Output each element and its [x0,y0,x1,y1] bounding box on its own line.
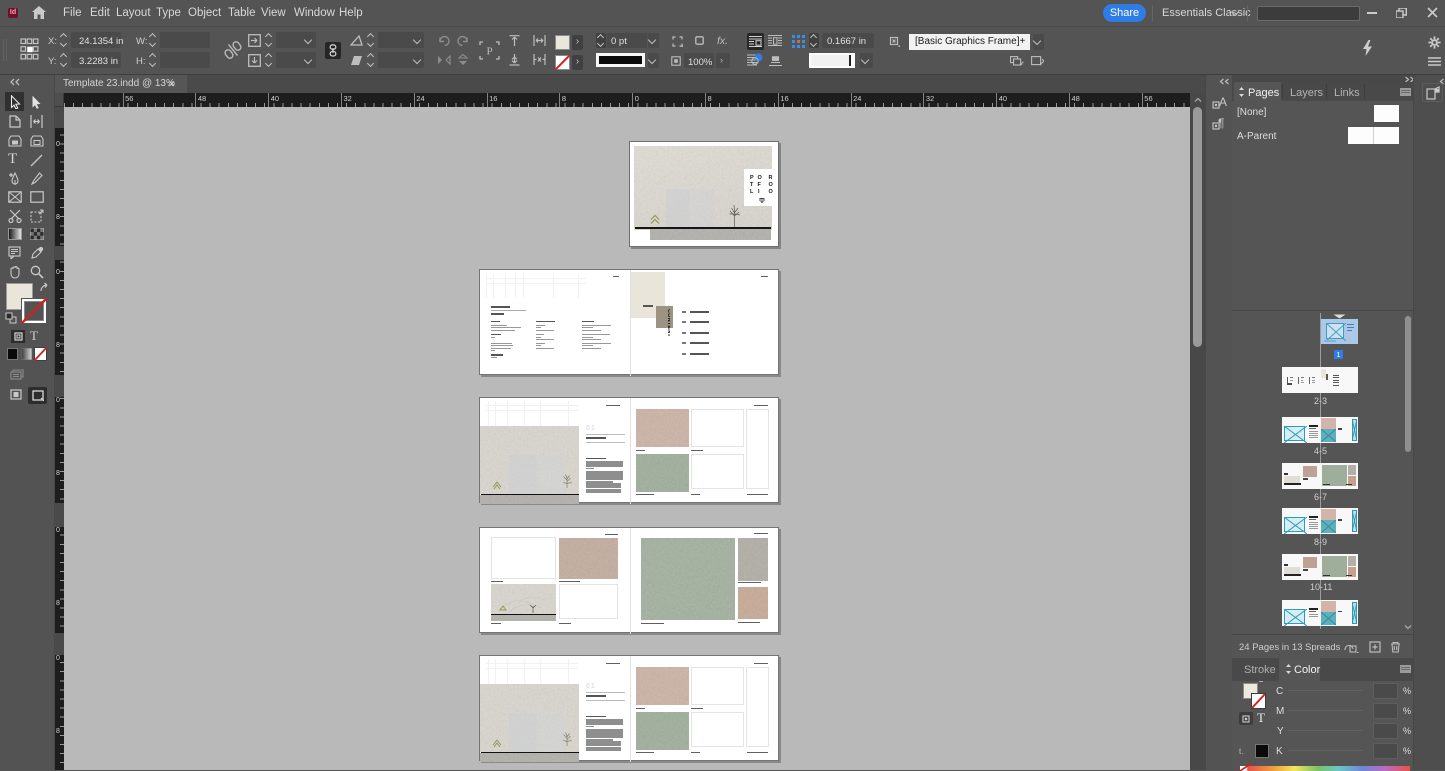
svg-text:P: P [486,46,492,58]
svg-text:A: A [1219,95,1227,109]
svg-text:CONTENTS: CONTENTS [666,309,670,337]
